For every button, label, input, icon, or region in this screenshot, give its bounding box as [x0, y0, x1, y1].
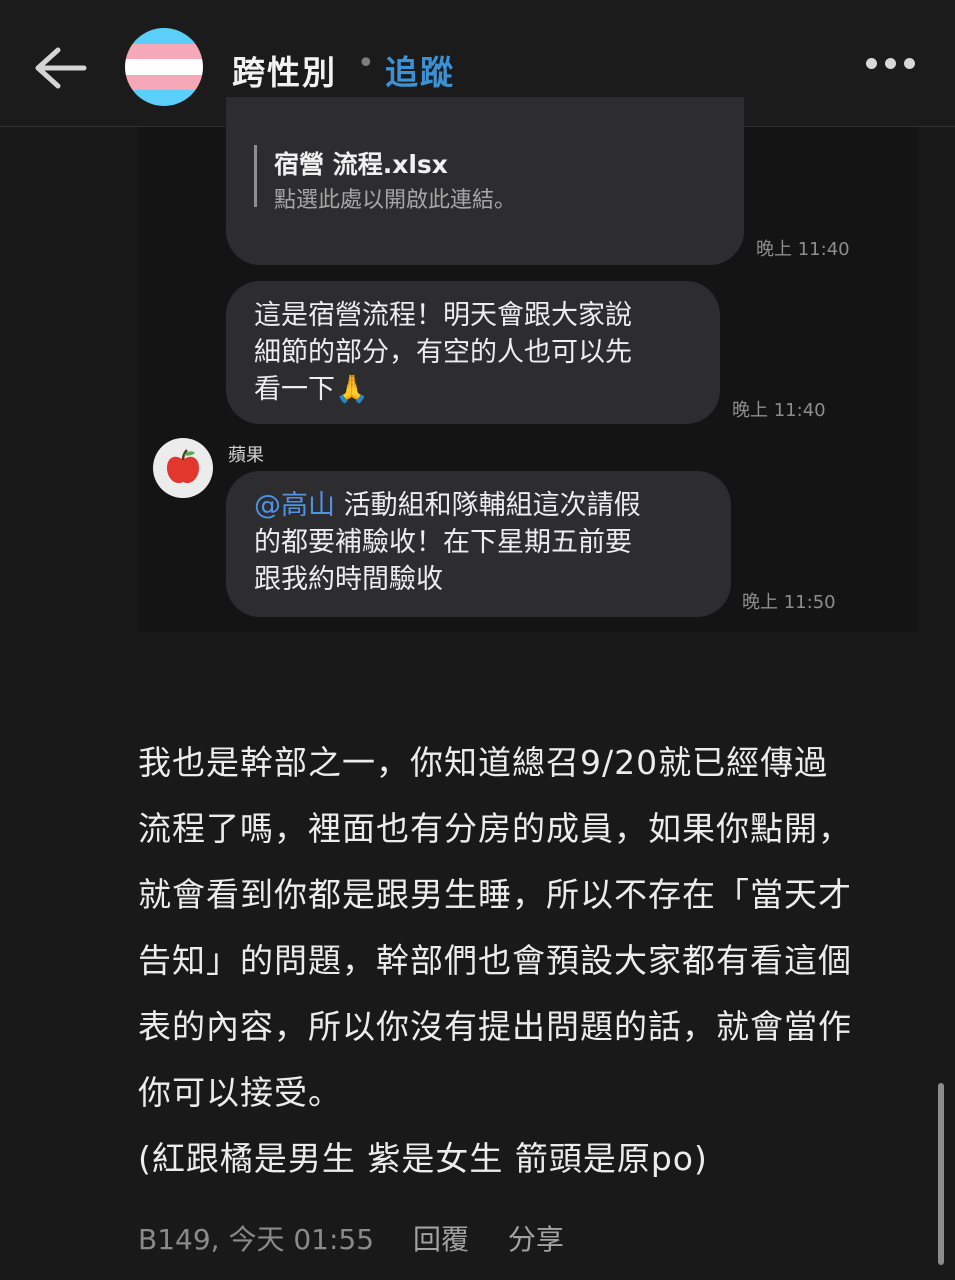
message-line: 活動組和隊輔組這次請假 [335, 490, 641, 521]
flag-stripe [125, 59, 203, 75]
board-title[interactable]: 跨性別 [232, 46, 337, 94]
scrollbar[interactable] [938, 1083, 944, 1265]
chat-screenshot: 宿營 流程.xlsx 點選此處以開啟此連結。 晚上 11:40 這是宿營流程！明… [138, 97, 918, 632]
message-text: @高山 活動組和隊輔組這次請假 的都要補驗收！在下星期五前要 跟我約時間驗收 [254, 487, 641, 598]
comment-body: 我也是幹部之一，你知道總召9/20就已經傳過 流程了嗎，裡面也有分房的成員，如果… [138, 730, 918, 1192]
reply-button[interactable]: 回覆 [413, 1218, 469, 1258]
message-line: 的都要補驗收！在下星期五前要 [254, 527, 632, 558]
transgender-flag-icon [125, 28, 203, 106]
message-time: 晚上 11:50 [742, 592, 836, 613]
comment-line: 我也是幹部之一，你知道總召9/20就已經傳過 [138, 743, 829, 782]
title-separator: • [357, 46, 375, 81]
comment-line: 就會看到你都是跟男生睡，所以不存在「當天才 [138, 875, 852, 914]
follow-button[interactable]: 追蹤 [385, 46, 455, 94]
file-link-hint: 點選此處以開啟此連結。 [274, 188, 517, 213]
message-line: 跟我約時間驗收 [254, 564, 443, 595]
comment-line: (紅跟橘是男生 紫是女生 箭頭是原po) [138, 1139, 708, 1178]
message-time: 晚上 11:40 [756, 239, 850, 260]
board-avatar[interactable] [125, 28, 203, 106]
apple-icon [153, 438, 213, 498]
message-time: 晚上 11:40 [732, 400, 826, 421]
comment-line: 流程了嗎，裡面也有分房的成員，如果你點開， [138, 809, 852, 848]
quote-bar [254, 145, 257, 207]
back-arrow-icon[interactable] [30, 42, 90, 94]
message-line: 細節的部分，有空的人也可以先 [254, 337, 632, 368]
more-dots-icon[interactable] [866, 58, 916, 70]
message-line: 這是宿營流程！明天會跟大家說 [254, 300, 632, 331]
file-name: 宿營 流程.xlsx [274, 150, 448, 179]
message-line: 看一下🙏 [254, 374, 369, 405]
flag-stripe [125, 28, 203, 44]
comment-meta: B149, 今天 01:55 回覆 分享 [138, 1218, 594, 1258]
floor-and-time: B149, 今天 01:55 [138, 1223, 375, 1256]
flag-stripe [125, 90, 203, 106]
flag-stripe [125, 43, 203, 60]
share-button[interactable]: 分享 [508, 1218, 564, 1258]
flag-stripe [125, 74, 203, 91]
comment-line: 表的內容，所以你沒有提出問題的話，就會當作 [138, 1007, 852, 1046]
chat-message: @高山 活動組和隊輔組這次請假 的都要補驗收！在下星期五前要 跟我約時間驗收 [226, 471, 731, 617]
message-text: 這是宿營流程！明天會跟大家說 細節的部分，有空的人也可以先 看一下🙏 [254, 297, 632, 408]
comment-line: 你可以接受。 [138, 1073, 342, 1112]
file-link-card[interactable]: 宿營 流程.xlsx 點選此處以開啟此連結。 [226, 97, 744, 265]
comment-line: 告知」的問題，幹部們也會預設大家都有看這個 [138, 941, 852, 980]
mention-link[interactable]: @高山 [254, 490, 335, 521]
chat-message: 這是宿營流程！明天會跟大家說 細節的部分，有空的人也可以先 看一下🙏 [226, 281, 720, 424]
sender-name: 蘋果 [228, 445, 264, 466]
